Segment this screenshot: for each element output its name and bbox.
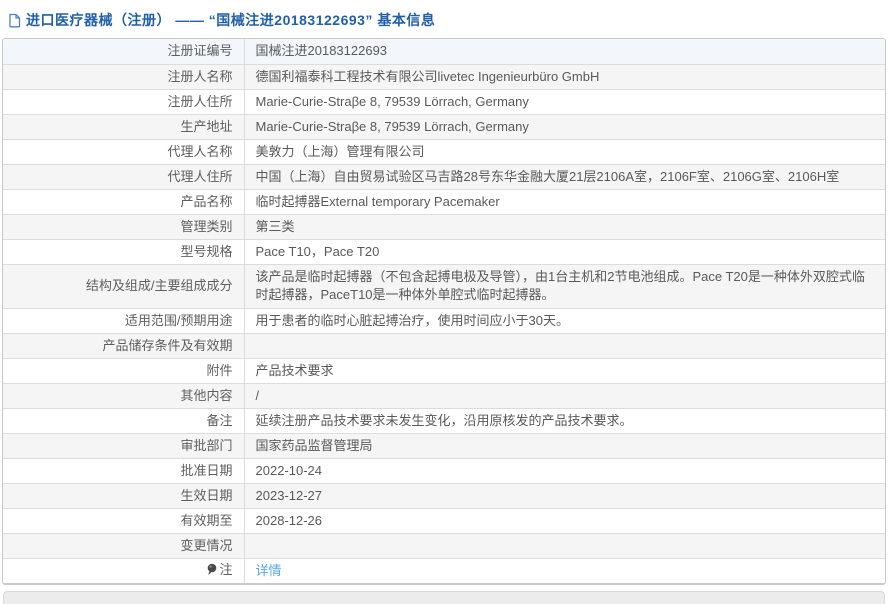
field-label: 产品名称 xyxy=(3,189,244,214)
field-label: 审批部门 xyxy=(3,433,244,458)
table-row: 批准日期 2022-10-24 xyxy=(3,458,885,483)
table-row: 管理类别 第三类 xyxy=(3,214,885,239)
details-link[interactable]: 详情 xyxy=(256,563,282,578)
field-label: 变更情况 xyxy=(3,533,244,558)
field-value: 国械注进20183122693 xyxy=(244,39,885,64)
field-label: 产品储存条件及有效期 xyxy=(3,333,244,358)
note-label: 注 xyxy=(3,558,244,583)
field-label: 注册人名称 xyxy=(3,64,244,89)
field-label: 有效期至 xyxy=(3,508,244,533)
field-value: Pace T10，Pace T20 xyxy=(244,239,885,264)
field-value: 2022-10-24 xyxy=(244,458,885,483)
field-label: 型号规格 xyxy=(3,239,244,264)
table-row: 附件 产品技术要求 xyxy=(3,358,885,383)
field-value xyxy=(244,333,885,358)
field-value: Marie-Curie-Straβe 8, 79539 Lörrach, Ger… xyxy=(244,89,885,114)
table-row: 审批部门 国家药品监督管理局 xyxy=(3,433,885,458)
field-label: 生效日期 xyxy=(3,483,244,508)
field-value: 美敦力（上海）管理有限公司 xyxy=(244,139,885,164)
field-label: 适用范围/预期用途 xyxy=(3,308,244,333)
table-row: 产品储存条件及有效期 xyxy=(3,333,885,358)
table-row: 生产地址 Marie-Curie-Straβe 8, 79539 Lörrach… xyxy=(3,114,885,139)
table-row: 结构及组成/主要组成成分 该产品是临时起搏器（不包含起搏电极及导管），由1台主机… xyxy=(3,264,885,308)
field-label: 其他内容 xyxy=(3,383,244,408)
pin-icon xyxy=(206,563,217,581)
table-row: 适用范围/预期用途 用于患者的临时心脏起搏治疗，使用时间应小于30天。 xyxy=(3,308,885,333)
field-label: 批准日期 xyxy=(3,458,244,483)
table-row: 生效日期 2023-12-27 xyxy=(3,483,885,508)
field-label: 管理类别 xyxy=(3,214,244,239)
field-value: 中国（上海）自由贸易试验区马吉路28号东华金融大厦21层2106A室，2106F… xyxy=(244,164,885,189)
table-row: 变更情况 xyxy=(3,533,885,558)
field-label: 生产地址 xyxy=(3,114,244,139)
field-value: 产品技术要求 xyxy=(244,358,885,383)
table-row: 注 详情 xyxy=(3,558,885,583)
table-row: 代理人住所 中国（上海）自由贸易试验区马吉路28号东华金融大厦21层2106A室… xyxy=(3,164,885,189)
field-value: Marie-Curie-Straβe 8, 79539 Lörrach, Ger… xyxy=(244,114,885,139)
table-row: 型号规格 Pace T10，Pace T20 xyxy=(3,239,885,264)
field-value: 临时起搏器External temporary Pacemaker xyxy=(244,189,885,214)
table-row: 其他内容 / xyxy=(3,383,885,408)
field-value: 该产品是临时起搏器（不包含起搏电极及导管），由1台主机和2节电池组成。Pace … xyxy=(244,264,885,308)
field-value: 德国利福泰科工程技术有限公司livetec Ingenieurbüro GmbH xyxy=(244,64,885,89)
document-icon xyxy=(7,12,22,28)
table-row: 产品名称 临时起搏器External temporary Pacemaker xyxy=(3,189,885,214)
table-row: 备注 延续注册产品技术要求未发生变化，沿用原核发的产品技术要求。 xyxy=(3,408,885,433)
field-label: 备注 xyxy=(3,408,244,433)
field-value: 延续注册产品技术要求未发生变化，沿用原核发的产品技术要求。 xyxy=(244,408,885,433)
field-value: 详情 xyxy=(244,558,885,583)
field-value: 用于患者的临时心脏起搏治疗，使用时间应小于30天。 xyxy=(244,308,885,333)
registration-info-panel: 注册证编号 国械注进20183122693 注册人名称 德国利福泰科工程技术有限… xyxy=(2,38,886,585)
table-row: 注册人名称 德国利福泰科工程技术有限公司livetec Ingenieurbür… xyxy=(3,64,885,89)
registration-info-table: 注册证编号 国械注进20183122693 注册人名称 德国利福泰科工程技术有限… xyxy=(3,39,885,583)
table-row: 代理人名称 美敦力（上海）管理有限公司 xyxy=(3,139,885,164)
field-value: 第三类 xyxy=(244,214,885,239)
field-value: 2028-12-26 xyxy=(244,508,885,533)
field-label: 附件 xyxy=(3,358,244,383)
field-label: 注册证编号 xyxy=(3,39,244,64)
field-label: 代理人名称 xyxy=(3,139,244,164)
field-value: 国家药品监督管理局 xyxy=(244,433,885,458)
field-label: 结构及组成/主要组成成分 xyxy=(3,264,244,308)
field-value: 2023-12-27 xyxy=(244,483,885,508)
field-value: / xyxy=(244,383,885,408)
note-label-text: 注 xyxy=(219,562,232,577)
page-header: 进口医疗器械（注册） —— “国械注进20183122693” 基本信息 xyxy=(0,0,888,30)
table-row: 注册证编号 国械注进20183122693 xyxy=(3,39,885,64)
table-row: 注册人住所 Marie-Curie-Straβe 8, 79539 Lörrac… xyxy=(3,89,885,114)
field-label: 注册人住所 xyxy=(3,89,244,114)
page-title: 进口医疗器械（注册） —— “国械注进20183122693” 基本信息 xyxy=(26,10,435,30)
table-row: 有效期至 2028-12-26 xyxy=(3,508,885,533)
field-value xyxy=(244,533,885,558)
field-label: 代理人住所 xyxy=(3,164,244,189)
next-section-edge xyxy=(3,591,885,604)
